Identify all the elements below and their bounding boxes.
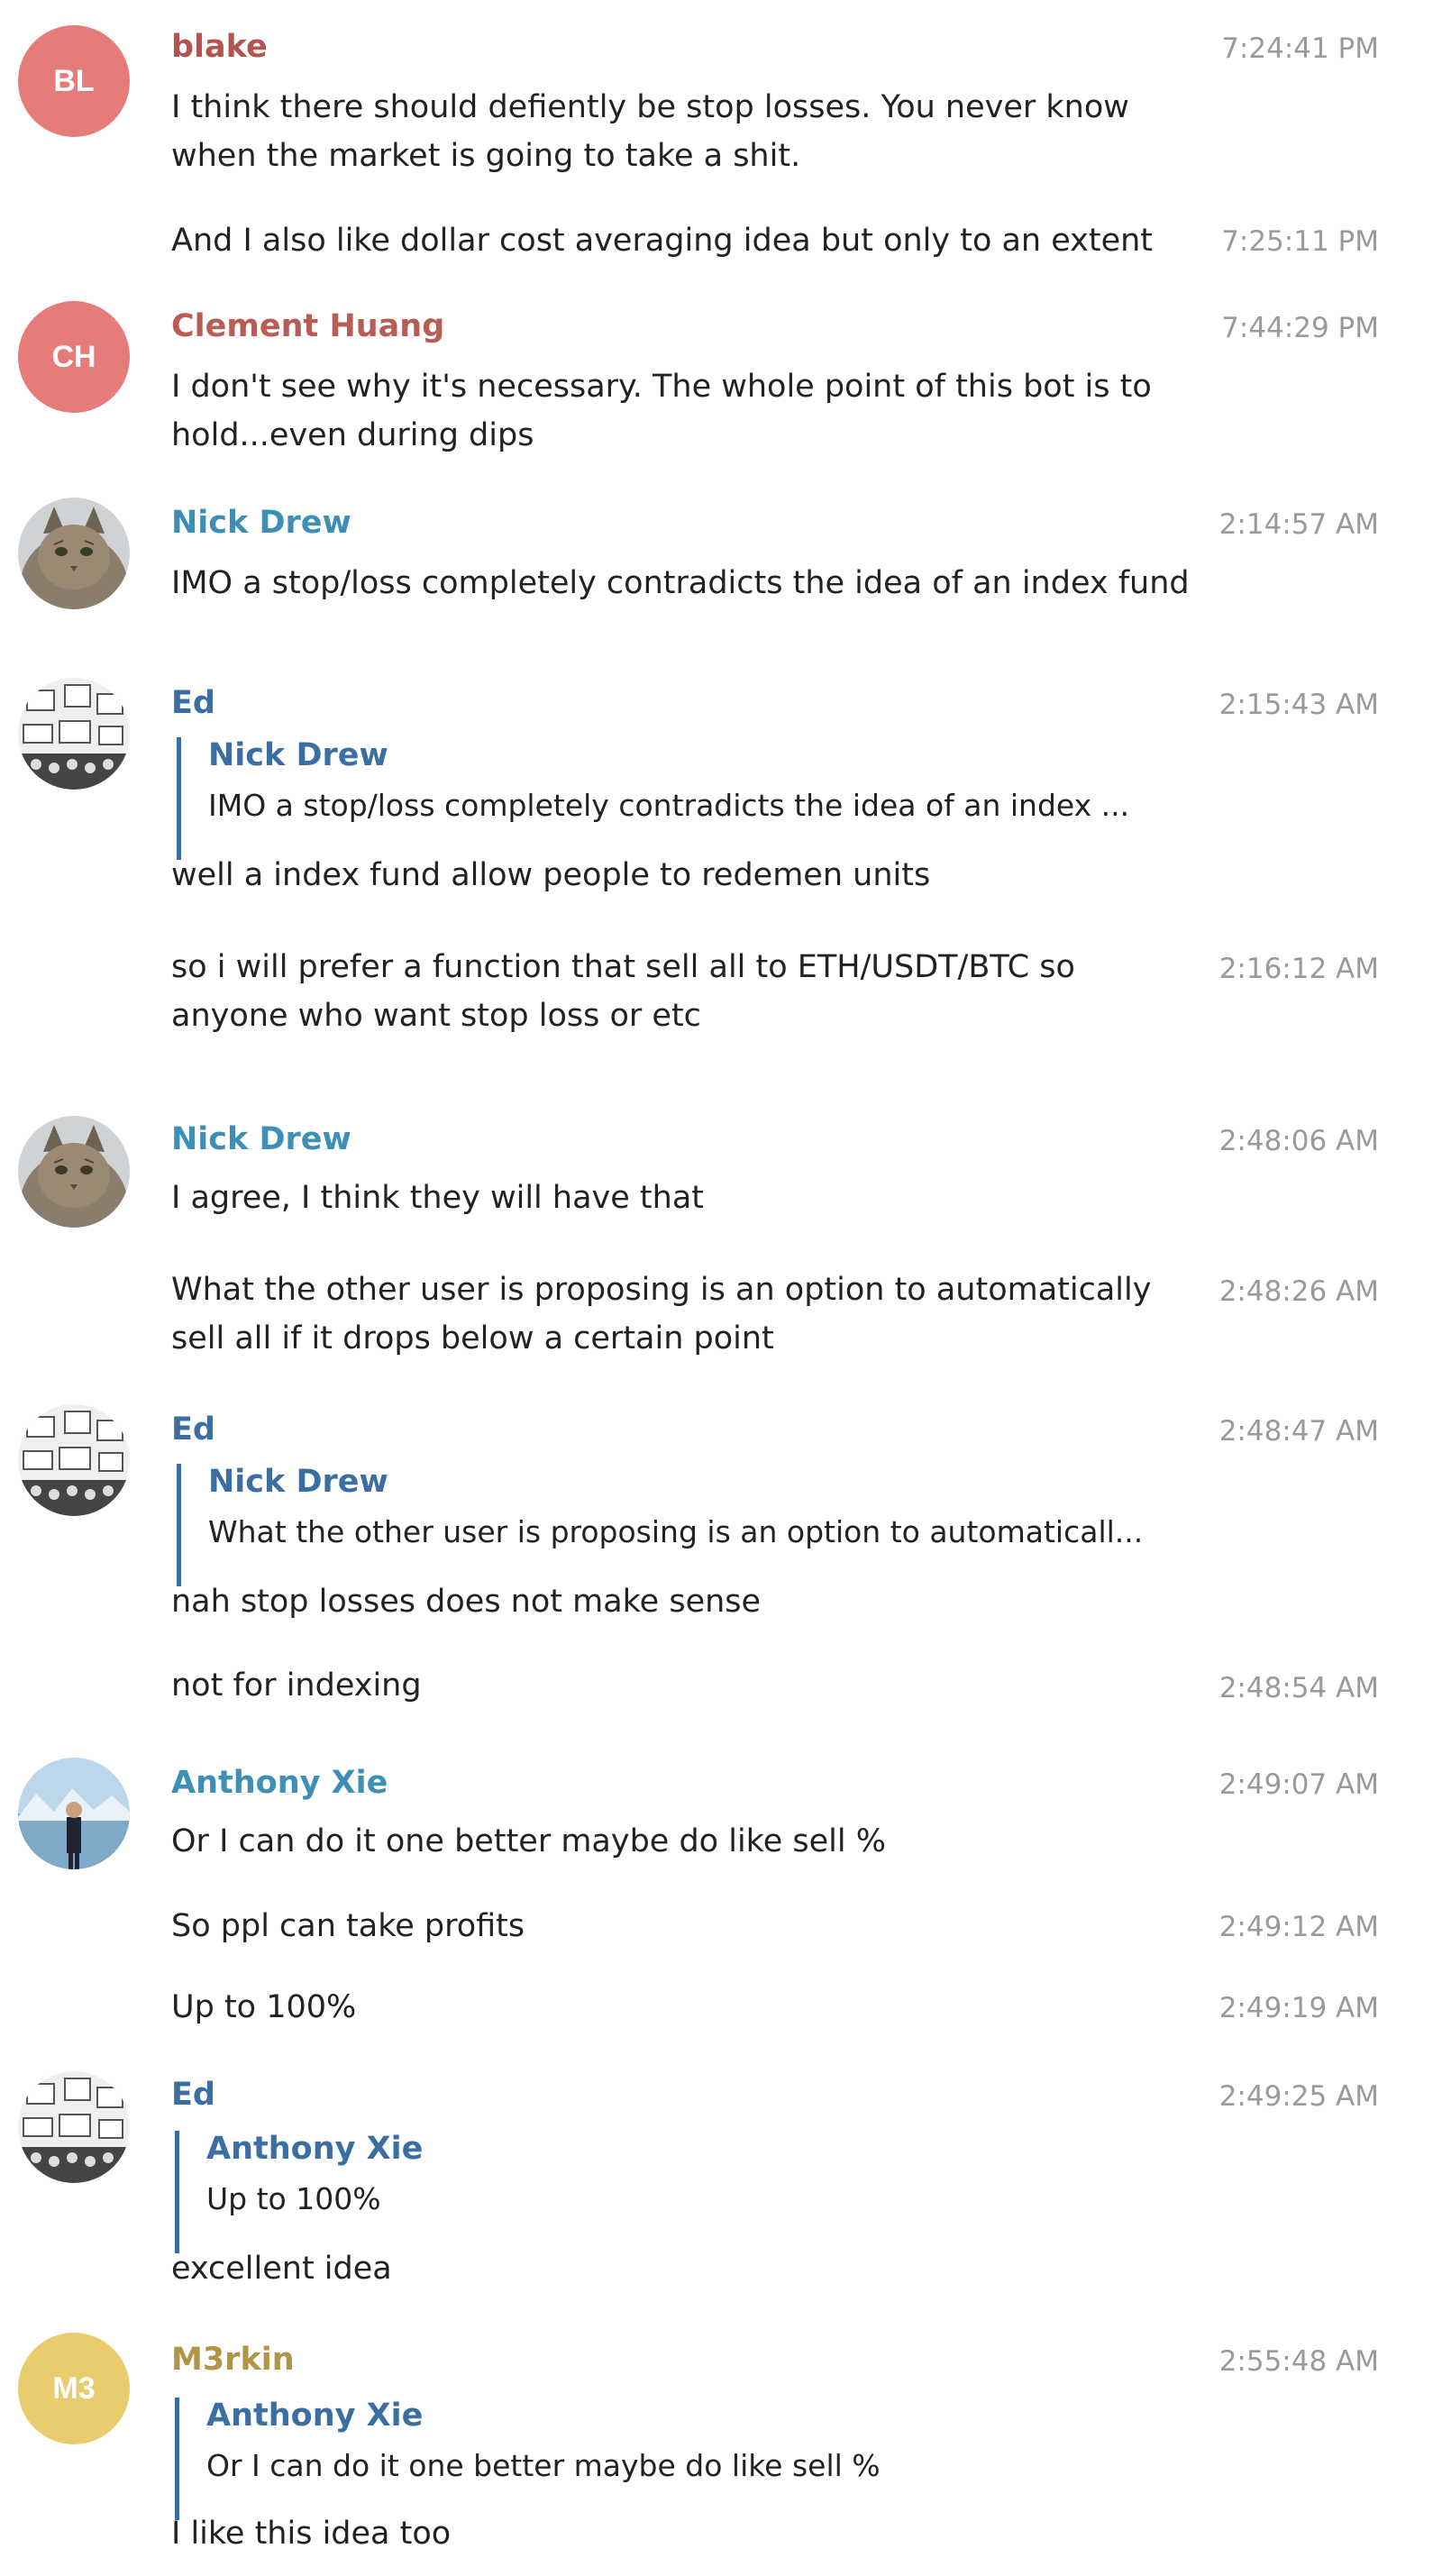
sender-name[interactable]: M3rkin (171, 2342, 295, 2378)
message-text: so i will prefer a function that sell al… (171, 949, 1075, 985)
reply-text: IMO a stop/loss completely contradicts t… (208, 788, 1130, 823)
timestamp: 7:25:11 PM (1221, 225, 1379, 258)
message-text: when the market is going to take a shit. (171, 138, 801, 174)
message-text: nah stop losses does not make sense (171, 1584, 762, 1620)
cat-avatar-icon[interactable] (18, 498, 130, 609)
reply-sender-name: Nick Drew (208, 737, 388, 773)
message-text: And I also like dollar cost averaging id… (171, 223, 1154, 259)
avatar-blake[interactable]: BL (18, 25, 130, 137)
reply-text: Up to 100% (206, 2181, 381, 2216)
sender-name[interactable]: Clement Huang (171, 308, 444, 344)
timestamp: 2:15:43 AM (1218, 689, 1379, 721)
sender-name[interactable]: blake (171, 29, 268, 65)
avatar-initials: BL (53, 63, 95, 98)
timestamp: 2:49:07 AM (1218, 1768, 1379, 1801)
avatar-initials: M3 (52, 2370, 96, 2406)
message-text: What the other user is proposing is an o… (171, 1272, 1152, 1308)
timestamp: 2:48:54 AM (1218, 1672, 1379, 1704)
reply-sender-name: Anthony Xie (206, 2398, 424, 2434)
message-text: So ppl can take profits (171, 1908, 525, 1944)
message-text: excellent idea (171, 2251, 392, 2287)
sender-name[interactable]: Ed (171, 2077, 215, 2113)
message-text: not for indexing (171, 1667, 422, 1704)
sender-name[interactable]: Anthony Xie (171, 1765, 388, 1801)
message-text: I like this idea too (171, 2516, 452, 2552)
reply-text: Or I can do it one better maybe do like … (206, 2448, 881, 2483)
reply-quote[interactable]: Nick Drew IMO a stop/loss completely con… (177, 737, 1218, 860)
timestamp: 7:24:41 PM (1221, 32, 1379, 65)
message-text: I agree, I think they will have that (171, 1180, 704, 1216)
chat-history: BL blake 7:24:41 PM I think there should… (0, 0, 1442, 2576)
timestamp: 2:48:06 AM (1218, 1125, 1379, 1157)
sketch-avatar-icon[interactable] (18, 678, 130, 790)
sender-name[interactable]: Ed (171, 1411, 215, 1448)
timestamp: 2:14:57 AM (1218, 508, 1379, 541)
cat-avatar-icon[interactable] (18, 1116, 130, 1228)
reply-text: What the other user is proposing is an o… (208, 1514, 1144, 1549)
timestamp: 2:49:19 AM (1218, 1992, 1379, 2024)
avatar-clement-huang[interactable]: CH (18, 301, 130, 413)
message-text: I think there should defiently be stop l… (171, 89, 1129, 125)
glacier-avatar-icon[interactable] (18, 1758, 130, 1869)
message-text: sell all if it drops below a certain poi… (171, 1320, 774, 1357)
sender-name[interactable]: Nick Drew (171, 1121, 351, 1157)
sender-name[interactable]: Nick Drew (171, 505, 351, 541)
message-text: hold...even during dips (171, 417, 534, 453)
avatar-initials: CH (51, 339, 96, 374)
sketch-avatar-icon[interactable] (18, 2071, 130, 2183)
timestamp: 2:49:12 AM (1218, 1911, 1379, 1943)
reply-sender-name: Nick Drew (208, 1464, 388, 1500)
reply-quote[interactable]: Nick Drew What the other user is proposi… (177, 1464, 1218, 1586)
timestamp: 7:44:29 PM (1221, 312, 1379, 344)
timestamp: 2:48:26 AM (1218, 1275, 1379, 1308)
timestamp: 2:16:12 AM (1218, 953, 1379, 985)
message-text: IMO a stop/loss completely contradicts t… (171, 565, 1190, 601)
reply-sender-name: Anthony Xie (206, 2131, 424, 2167)
message-text: Or I can do it one better maybe do like … (171, 1823, 886, 1859)
message-text: well a index fund allow people to redeme… (171, 857, 931, 893)
sketch-avatar-icon[interactable] (18, 1404, 130, 1516)
avatar-m3rkin[interactable]: M3 (18, 2333, 130, 2444)
message-text: anyone who want stop loss or etc (171, 998, 701, 1034)
message-text: Up to 100% (171, 1989, 357, 2025)
reply-quote[interactable]: Anthony Xie Up to 100% (175, 2131, 1216, 2253)
message-text: I don't see why it's necessary. The whol… (171, 369, 1152, 405)
timestamp: 2:49:25 AM (1218, 2080, 1379, 2113)
timestamp: 2:55:48 AM (1218, 2345, 1379, 2378)
timestamp: 2:48:47 AM (1218, 1415, 1379, 1448)
sender-name[interactable]: Ed (171, 685, 215, 721)
reply-quote[interactable]: Anthony Xie Or I can do it one better ma… (175, 2398, 1216, 2520)
